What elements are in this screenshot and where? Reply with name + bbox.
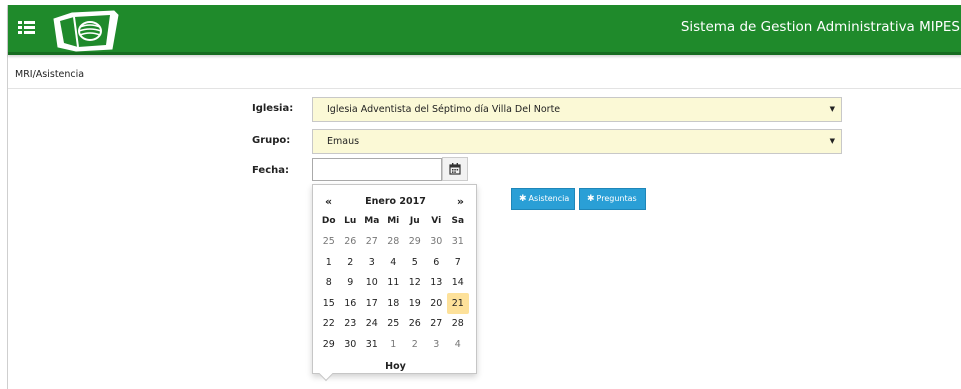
calendar-icon — [449, 163, 461, 175]
calendar-day[interactable]: 8 — [318, 273, 340, 294]
asistencia-button[interactable]: ✱ Asistencia — [511, 188, 575, 210]
calendar-day[interactable]: 12 — [404, 273, 426, 294]
calendar-day[interactable]: 2 — [340, 252, 362, 273]
asistencia-button-label: Asistencia — [528, 194, 570, 203]
calendar-day[interactable]: 6 — [426, 252, 448, 273]
caret-down-icon: ▼ — [829, 137, 835, 145]
calendar-day[interactable]: 27 — [361, 232, 383, 253]
gear-icon: ✱ — [587, 194, 595, 204]
breadcrumb: MRI/Asistencia — [15, 69, 85, 80]
calendar-day[interactable]: 17 — [361, 293, 383, 314]
calendar-day[interactable]: 20 — [426, 293, 448, 314]
fecha-input[interactable] — [312, 158, 442, 181]
calendar-day[interactable]: 7 — [447, 252, 469, 273]
calendar-day[interactable]: 22 — [318, 314, 340, 335]
iglesia-label: Iglesia: — [252, 103, 294, 114]
iglesia-select-value: Iglesia Adventista del Séptimo día Villa… — [327, 104, 561, 115]
calendar-button[interactable] — [442, 157, 468, 181]
weekday-header: Do — [321, 216, 336, 227]
calendar-day[interactable]: 3 — [426, 334, 448, 355]
datepicker-popup: « Enero 2017 » Do Lu Ma Mi Ju Vi Sa 25 26 27 28 29 3… — [312, 184, 478, 382]
calendar-day[interactable]: 9 — [340, 273, 362, 294]
calendar-day[interactable]: 26 — [340, 232, 362, 253]
weekday-header: Lu — [344, 216, 357, 227]
weekday-header: Mi — [387, 216, 400, 227]
calendar-day[interactable]: 11 — [383, 273, 405, 294]
calendar-day[interactable]: 14 — [447, 273, 469, 294]
calendar-day[interactable]: 1 — [383, 334, 405, 355]
calendar-day[interactable]: 28 — [383, 232, 405, 253]
iglesia-select[interactable]: Iglesia Adventista del Séptimo día Villa… — [312, 97, 842, 122]
weekday-header: Ma — [364, 216, 380, 227]
datepicker-month-title[interactable]: Enero 2017 — [313, 196, 478, 207]
calendar-day[interactable]: 25 — [383, 314, 405, 335]
calendar-day[interactable]: 30 — [340, 334, 362, 355]
grupo-select-value: Emaus — [327, 136, 360, 147]
calendar-day[interactable]: 25 — [318, 232, 340, 253]
datepicker-grid: Do Lu Ma Mi Ju Vi Sa 25 26 27 28 29 30 31 1 2 3 4 5 6 7 8 9 10 1… — [318, 211, 469, 355]
calendar-day[interactable]: 10 — [361, 273, 383, 294]
calendar-day[interactable]: 1 — [318, 252, 340, 273]
calendar-day[interactable]: 27 — [426, 314, 448, 335]
calendar-day[interactable]: 19 — [404, 293, 426, 314]
weekday-header: Sa — [451, 216, 465, 227]
calendar-day[interactable]: 4 — [383, 252, 405, 273]
app-title: Sistema de Gestion Administrativa MIPES — [680, 19, 960, 35]
calendar-day[interactable]: 4 — [447, 334, 469, 355]
calendar-day[interactable]: 26 — [404, 314, 426, 335]
calendar-day[interactable]: 18 — [383, 293, 405, 314]
grupo-select[interactable]: Emaus ▼ — [312, 129, 842, 154]
calendar-day[interactable]: 30 — [426, 232, 448, 253]
grupo-label: Grupo: — [252, 135, 291, 146]
preguntas-button[interactable]: ✱ Preguntas — [579, 188, 646, 210]
weekday-header: Vi — [431, 216, 442, 227]
calendar-day[interactable]: 16 — [340, 293, 362, 314]
calendar-day[interactable]: 5 — [404, 252, 426, 273]
calendar-day[interactable]: 29 — [318, 334, 340, 355]
hamburger-icon[interactable] — [18, 21, 35, 35]
bible-logo-icon — [53, 10, 119, 52]
calendar-day[interactable]: 2 — [404, 334, 426, 355]
weekday-header: Ju — [409, 216, 420, 227]
calendar-day[interactable]: 3 — [361, 252, 383, 273]
fecha-label: Fecha: — [252, 165, 290, 176]
calendar-day[interactable]: 13 — [426, 273, 448, 294]
calendar-day[interactable]: 31 — [361, 334, 383, 355]
today-button[interactable]: Hoy — [313, 361, 478, 372]
calendar-day-today[interactable]: 21 — [447, 293, 469, 314]
calendar-day[interactable]: 29 — [404, 232, 426, 253]
caret-down-icon: ▼ — [829, 105, 835, 113]
gear-icon: ✱ — [519, 194, 527, 204]
calendar-day[interactable]: 15 — [318, 293, 340, 314]
calendar-day[interactable]: 28 — [447, 314, 469, 335]
calendar-day[interactable]: 31 — [447, 232, 469, 253]
top-bar: Sistema de Gestion Administrativa MIPES — [8, 5, 961, 55]
next-month-button[interactable]: » — [457, 195, 464, 208]
breadcrumb-bar: MRI/Asistencia — [8, 60, 961, 89]
app-frame: Sistema de Gestion Administrativa MIPES … — [7, 5, 961, 389]
calendar-day[interactable]: 23 — [340, 314, 362, 335]
calendar-day[interactable]: 24 — [361, 314, 383, 335]
preguntas-button-label: Preguntas — [596, 194, 637, 203]
